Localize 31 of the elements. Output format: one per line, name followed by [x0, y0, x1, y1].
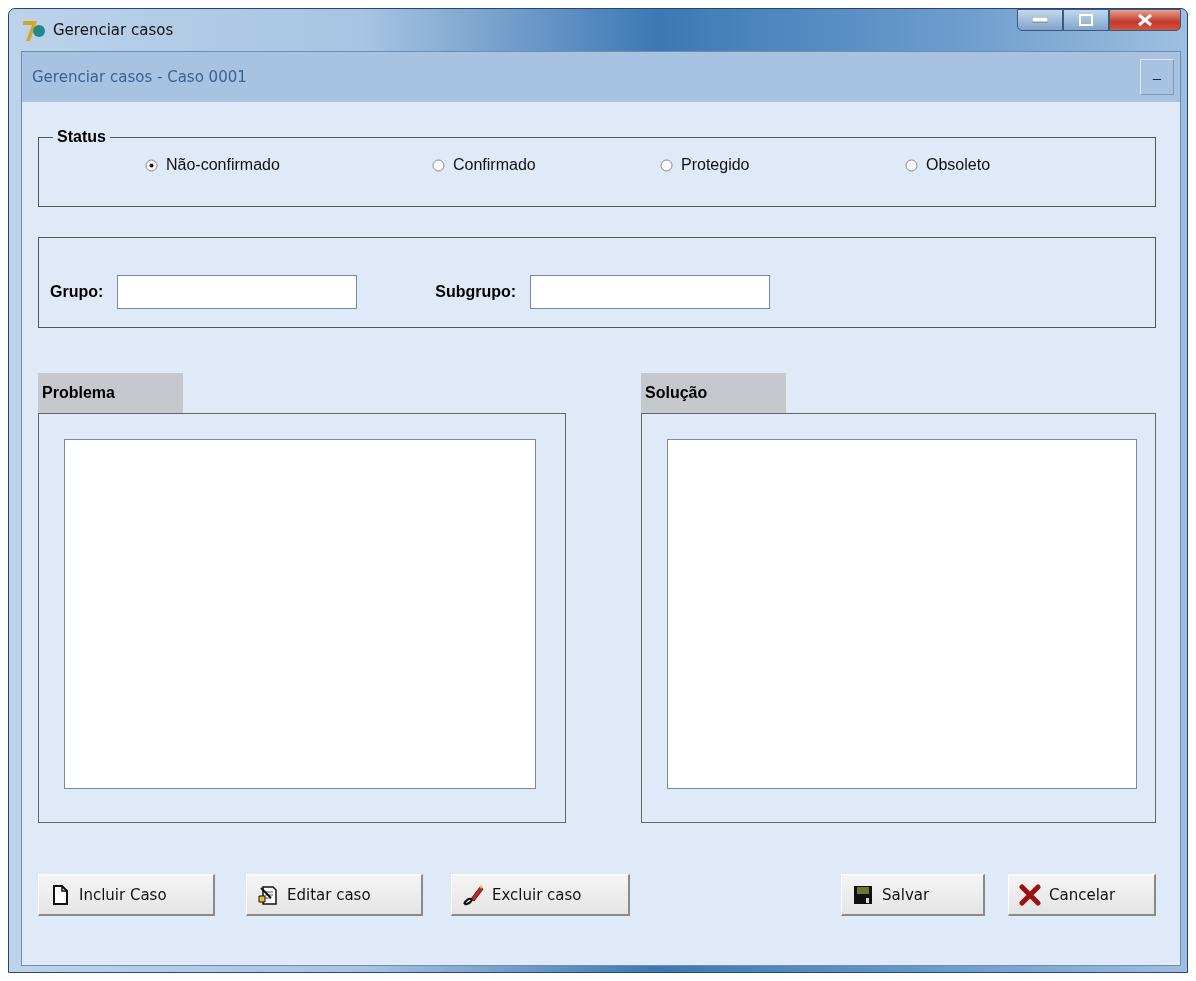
- form-title: Gerenciar casos - Caso 0001: [32, 68, 247, 86]
- radio-button[interactable]: [145, 158, 158, 172]
- radio-option[interactable]: Obsoleto: [905, 156, 991, 174]
- action-button[interactable]: Incluir Caso: [38, 874, 215, 916]
- maximize-button[interactable]: [1063, 9, 1109, 31]
- radio-option[interactable]: Confirmado: [432, 156, 660, 174]
- radio-option[interactable]: Não-confirmado: [145, 156, 432, 174]
- edit-document-icon: [257, 883, 279, 906]
- window-title: Gerenciar casos: [53, 21, 174, 39]
- radio-button[interactable]: [905, 158, 918, 172]
- action-button[interactable]: Excluir caso: [451, 874, 630, 916]
- collapse-button[interactable]: –: [1140, 59, 1174, 95]
- action-button[interactable]: Salvar: [841, 874, 985, 916]
- maximize-icon: [1079, 14, 1093, 26]
- input-field[interactable]: [530, 274, 771, 309]
- radio-button[interactable]: [660, 158, 673, 172]
- panel-tab[interactable]: Solução: [641, 373, 786, 413]
- group-legend: Status: [53, 128, 110, 146]
- field-label: Subgrupo:: [435, 282, 517, 301]
- input-field[interactable]: [117, 274, 358, 309]
- close-button[interactable]: [1109, 9, 1181, 31]
- minimize-button[interactable]: [1017, 9, 1063, 31]
- radio-option[interactable]: Protegido: [660, 156, 905, 174]
- action-button[interactable]: Editar caso: [246, 874, 423, 916]
- field-label: Grupo:: [50, 282, 104, 301]
- panel-tab[interactable]: Problema: [38, 373, 183, 413]
- minimize-icon: [1032, 17, 1048, 23]
- close-icon: [1019, 883, 1041, 906]
- radio-button[interactable]: [432, 158, 445, 172]
- action-button[interactable]: Cancelar: [1008, 874, 1156, 916]
- close-icon: [1137, 13, 1153, 27]
